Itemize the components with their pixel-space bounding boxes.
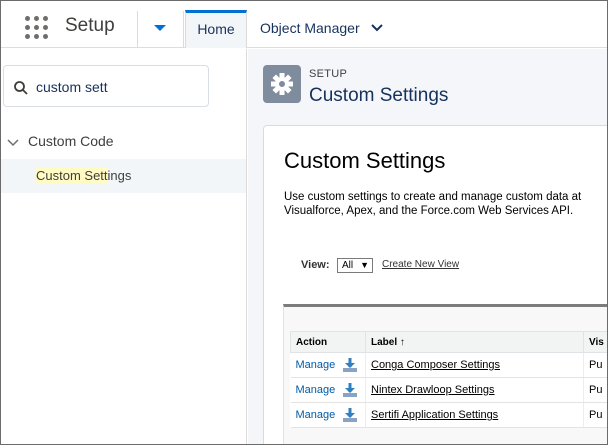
content-card: Custom Settings Use custom settings to c…: [263, 125, 607, 444]
app-launcher-grid-icon[interactable]: [25, 16, 49, 40]
tree-item-label: Custom Settings: [36, 168, 131, 183]
quick-find-input[interactable]: custom sett: [3, 65, 209, 107]
list-panel: Action Label ↑ Vis Manage Conga Composer…: [283, 304, 607, 444]
tree-group-custom-code[interactable]: Custom Code: [28, 133, 114, 149]
app-window: Setup Home Object Manager custom sett Cu…: [0, 0, 608, 445]
custom-settings-table: Action Label ↑ Vis Manage Conga Composer…: [290, 331, 607, 428]
table-row: Manage Conga Composer Settings Pu: [290, 352, 607, 378]
content-description: Use custom settings to create and manage…: [284, 191, 582, 217]
download-icon[interactable]: [342, 357, 358, 373]
tree-item-custom-settings[interactable]: Custom Settings: [1, 159, 246, 193]
label-cell: Sertifi Application Settings: [365, 402, 584, 428]
page-eyebrow: SETUP: [309, 68, 348, 80]
table-header-row: Action Label ↑ Vis: [290, 331, 607, 353]
action-cell: Manage: [290, 352, 366, 378]
action-cell: Manage: [290, 377, 366, 403]
label-cell: Conga Composer Settings: [365, 352, 584, 378]
tab-home-label: Home: [197, 21, 235, 37]
label-cell: Nintex Drawloop Settings: [365, 377, 584, 403]
search-match-highlight: Custom Sett: [36, 168, 108, 183]
search-icon: [13, 80, 29, 96]
divider: [183, 11, 184, 47]
nav-menu-chevron-down-icon[interactable]: [151, 21, 169, 35]
global-header: Setup Home Object Manager: [1, 1, 607, 48]
view-select[interactable]: All ▼: [337, 258, 373, 273]
main-content: SETUP Custom Settings Custom Settings Us…: [248, 49, 607, 444]
view-select-value: All: [342, 260, 354, 271]
column-header-label[interactable]: Label ↑: [365, 331, 584, 353]
setting-label-link[interactable]: Nintex Drawloop Settings: [371, 384, 495, 396]
view-label: View:: [301, 259, 330, 271]
chevron-down-icon[interactable]: [6, 136, 20, 148]
manage-link[interactable]: Manage: [296, 409, 336, 421]
setup-sidebar: custom sett Custom Code Custom Settings: [1, 49, 247, 444]
setting-label-link[interactable]: Sertifi Application Settings: [371, 409, 498, 421]
download-icon[interactable]: [342, 382, 358, 398]
dropdown-arrow-icon: ▼: [360, 260, 369, 270]
page-header: SETUP Custom Settings: [248, 49, 607, 119]
column-header-action: Action: [290, 331, 366, 353]
manage-link[interactable]: Manage: [296, 384, 336, 396]
divider: [137, 11, 138, 47]
gear-icon: [263, 65, 301, 103]
create-new-view-link[interactable]: Create New View: [382, 259, 459, 270]
page-title: Custom Settings: [309, 85, 449, 106]
content-title: Custom Settings: [284, 148, 446, 173]
chevron-down-icon[interactable]: [369, 21, 385, 35]
app-title: Setup: [65, 15, 115, 36]
download-icon[interactable]: [342, 407, 358, 423]
table-row: Manage Sertifi Application Settings Pu: [290, 402, 607, 428]
tab-home[interactable]: Home: [185, 10, 247, 48]
tab-object-manager[interactable]: Object Manager: [260, 20, 360, 36]
visibility-cell: Pu: [583, 402, 607, 428]
action-cell: Manage: [290, 402, 366, 428]
setting-label-link[interactable]: Conga Composer Settings: [371, 359, 500, 371]
manage-link[interactable]: Manage: [296, 359, 336, 371]
tree-item-label-rest: ings: [107, 168, 132, 183]
table-row: Manage Nintex Drawloop Settings Pu: [290, 377, 607, 403]
quick-find-value: custom sett: [36, 79, 108, 95]
column-header-visibility[interactable]: Vis: [583, 331, 607, 353]
visibility-cell: Pu: [583, 352, 607, 378]
visibility-cell: Pu: [583, 377, 607, 403]
